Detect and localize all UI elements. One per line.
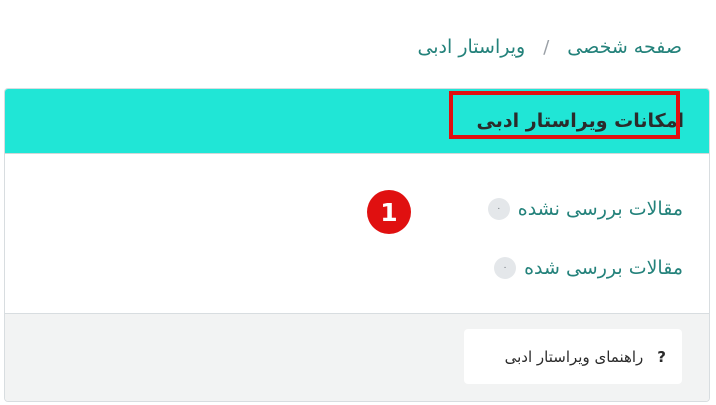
help-label: راهنمای ویراستار ادبی bbox=[504, 347, 644, 366]
menu-item-reviewed-articles[interactable]: مقالات بررسی شده ۰ bbox=[494, 257, 683, 279]
count-badge: ۰ bbox=[487, 198, 510, 220]
breadcrumb-home-link[interactable]: صفحه شخصی bbox=[567, 36, 682, 58]
breadcrumb-current-link[interactable]: ویراستار ادبی bbox=[417, 36, 525, 58]
highlight-box bbox=[449, 91, 680, 139]
menu-item-label: مقالات بررسی نشده bbox=[517, 198, 683, 220]
panel-footer: ? راهنمای ویراستار ادبی bbox=[5, 313, 709, 401]
breadcrumb: صفحه شخصی / ویراستار ادبی bbox=[417, 36, 682, 58]
panel-body: مقالات بررسی نشده ۰ مقالات بررسی شده ۰ bbox=[5, 154, 709, 312]
menu-item-label: مقالات بررسی شده bbox=[524, 257, 683, 279]
step-number-badge: 1 bbox=[367, 190, 411, 234]
count-badge: ۰ bbox=[494, 257, 517, 279]
help-button[interactable]: ? راهنمای ویراستار ادبی bbox=[464, 329, 682, 384]
menu-item-unreviewed-articles[interactable]: مقالات بررسی نشده ۰ bbox=[487, 198, 683, 220]
question-icon: ? bbox=[657, 347, 666, 366]
breadcrumb-separator: / bbox=[543, 36, 550, 58]
